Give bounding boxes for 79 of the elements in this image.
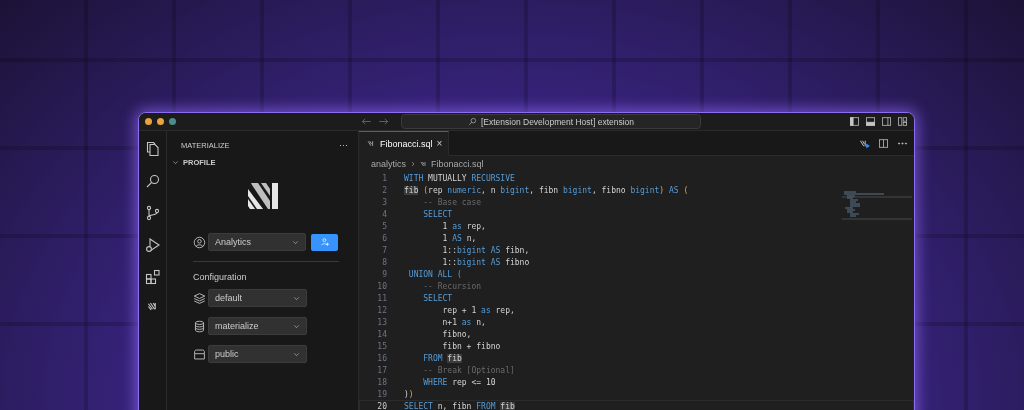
code-line: rep + 1 as rep, bbox=[441, 305, 515, 315]
cluster-icon bbox=[193, 291, 206, 305]
logo-icon[interactable] bbox=[147, 301, 158, 312]
code-line: fib (rep numeric, n bigint, fibn bigint, fibno bigint) AS ( bbox=[404, 185, 689, 195]
sidebar-layout-icon[interactable] bbox=[849, 116, 860, 127]
add-user-icon bbox=[319, 237, 330, 247]
code-line: WITH MUTUALLY RECURSIVE bbox=[404, 173, 515, 183]
dropdown[interactable]: materialize bbox=[208, 317, 307, 335]
line-number: 11 bbox=[376, 293, 388, 303]
forward-arrow-icon[interactable] bbox=[378, 116, 389, 127]
code-line: UNION ALL ( bbox=[407, 269, 462, 279]
code-line: WHERE rep <= 10 bbox=[422, 377, 496, 387]
line-number: 19 bbox=[376, 389, 388, 399]
add-profile-button[interactable] bbox=[311, 233, 338, 251]
chevron-right-icon bbox=[409, 160, 417, 168]
customize-layout-icon[interactable] bbox=[897, 116, 908, 127]
extensions-icon[interactable] bbox=[144, 269, 161, 285]
code-line: FROM fib bbox=[422, 353, 462, 363]
dropdown[interactable]: public bbox=[208, 345, 307, 363]
run-debug-icon[interactable] bbox=[144, 237, 161, 253]
files-icon[interactable] bbox=[144, 141, 161, 157]
line-number: 1 bbox=[381, 173, 388, 183]
code-line: SELECT bbox=[422, 209, 453, 219]
editor-tab[interactable]: Fibonacci.sql × bbox=[359, 131, 450, 156]
code-line: 1 AS n, bbox=[441, 233, 477, 243]
code-line: -- Break [Optional] bbox=[422, 365, 515, 375]
close-window-button[interactable] bbox=[145, 118, 152, 125]
line-number: 15 bbox=[376, 341, 388, 351]
minimap-drawing bbox=[842, 191, 912, 221]
line-number: 7 bbox=[381, 245, 388, 255]
dropdown[interactable]: Analytics bbox=[207, 233, 307, 251]
logo-icon bbox=[247, 183, 278, 209]
line-number: 9 bbox=[381, 269, 388, 279]
breadcrumb-item[interactable]: Fibonacci.sql bbox=[431, 159, 484, 169]
source-control-icon[interactable] bbox=[144, 205, 161, 221]
line-number: 12 bbox=[376, 305, 388, 315]
split-editor-icon[interactable] bbox=[878, 137, 889, 149]
back-arrow-icon[interactable] bbox=[361, 116, 372, 127]
line-number: 14 bbox=[376, 329, 388, 339]
schema-icon bbox=[193, 347, 206, 361]
close-tab-button[interactable]: × bbox=[436, 138, 443, 149]
search-icon[interactable] bbox=[144, 173, 161, 189]
file-icon bbox=[420, 160, 428, 168]
code-line: -- Base case bbox=[422, 197, 482, 207]
minimize-window-button[interactable] bbox=[157, 118, 164, 125]
code-line: -- Recursion bbox=[422, 281, 482, 291]
section-heading: Configuration bbox=[193, 272, 248, 282]
line-number: 20 bbox=[376, 401, 388, 410]
line-number: 16 bbox=[376, 353, 388, 363]
line-number: 13 bbox=[376, 317, 388, 327]
line-number: 5 bbox=[381, 221, 388, 231]
dropdown[interactable]: default bbox=[208, 289, 307, 307]
secondary-sidebar-layout-icon[interactable] bbox=[881, 116, 892, 127]
code-line: )) bbox=[404, 389, 414, 399]
user-icon bbox=[193, 235, 206, 249]
code-line: fibno, bbox=[441, 329, 472, 339]
code-line: 1::bigint AS fibno bbox=[441, 257, 530, 267]
panel-layout-icon[interactable] bbox=[865, 116, 876, 127]
code-line: n+1 as n, bbox=[441, 317, 486, 327]
line-number: 18 bbox=[376, 377, 388, 387]
code-line: 1::bigint AS fibn, bbox=[441, 245, 530, 255]
line-number: 6 bbox=[381, 233, 388, 243]
code-line: fibn + fibno bbox=[441, 341, 501, 351]
breadcrumb-item[interactable]: analytics bbox=[371, 159, 406, 169]
line-number: 3 bbox=[381, 197, 388, 207]
search-icon bbox=[467, 117, 477, 126]
code-line: SELECT bbox=[422, 293, 453, 303]
file-icon bbox=[367, 139, 376, 148]
line-number: 2 bbox=[381, 185, 388, 195]
code-line: SELECT n, fibn FROM fib bbox=[404, 401, 515, 410]
code-line: 1 as rep, bbox=[441, 221, 486, 231]
database-icon bbox=[193, 319, 206, 333]
zoom-window-button[interactable] bbox=[169, 118, 176, 125]
line-number: 17 bbox=[376, 365, 388, 375]
command-center-search[interactable]: [Extension Development Host] extension bbox=[401, 114, 701, 129]
line-number: 8 bbox=[381, 257, 388, 267]
line-number: 4 bbox=[381, 209, 388, 219]
line-number: 10 bbox=[376, 281, 388, 291]
more-actions-button[interactable]: ··· bbox=[339, 140, 348, 150]
